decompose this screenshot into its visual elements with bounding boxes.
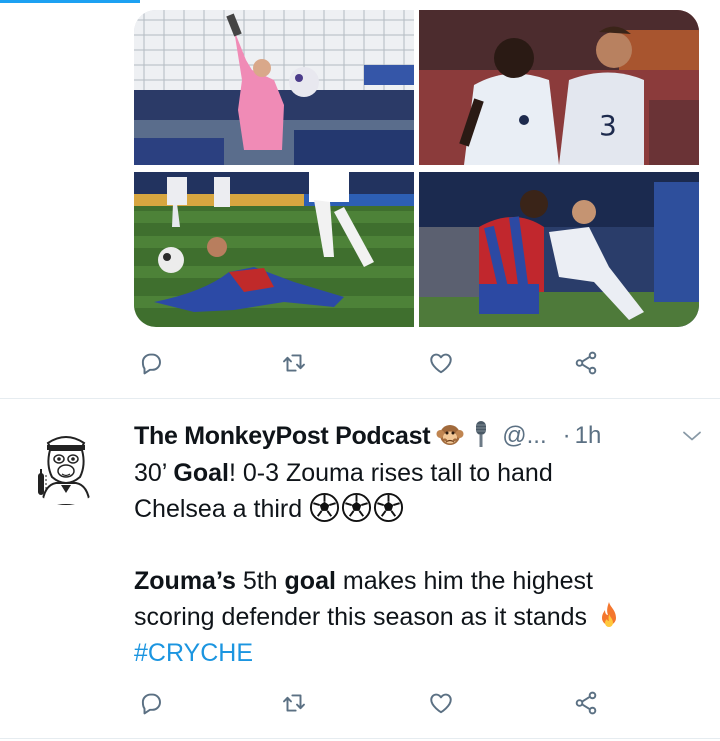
retweet-icon: [283, 694, 305, 712]
handle[interactable]: @...: [502, 422, 546, 450]
share-icon: [575, 351, 597, 375]
timestamp[interactable]: 1h: [575, 422, 602, 450]
player-sliding-tackle-photo[interactable]: [134, 172, 414, 327]
hashtag-line: #CRYCHE: [134, 635, 704, 671]
reply-icon: [141, 693, 161, 715]
display-name[interactable]: The MonkeyPost Podcast: [134, 422, 431, 451]
like-button[interactable]: [421, 683, 461, 723]
tweet-divider: [0, 398, 720, 399]
avatar[interactable]: [26, 425, 106, 505]
like-icon: [430, 353, 452, 374]
reply-button[interactable]: [131, 683, 171, 723]
tweet-text: 30’ Goal! 0-3 Zouma rises tall to hand C…: [134, 455, 704, 671]
chevron-down-icon[interactable]: [680, 424, 704, 448]
microphone-emoji: [470, 419, 492, 454]
goalkeeper-save-photo[interactable]: [134, 10, 414, 165]
retweet-button[interactable]: [274, 683, 314, 723]
share-button[interactable]: [566, 343, 606, 383]
active-tab-indicator: [0, 0, 140, 3]
tweet-line-3: Zouma’s 5th goal makes him the highest: [134, 567, 594, 595]
share-button[interactable]: [566, 683, 606, 723]
tweet-line-1: 30’ Goal! 0-3 Zouma rises tall to hand: [134, 459, 553, 487]
tweet-media-grid[interactable]: 3: [134, 10, 699, 327]
separator-dot: ·: [562, 422, 571, 449]
reply-button[interactable]: [131, 343, 171, 383]
tweet-header: The MonkeyPost Podcast @... · 1h: [134, 418, 704, 454]
hashtag-link[interactable]: #CRYCHE: [134, 639, 253, 667]
soccer-ball-emoji: [374, 492, 404, 523]
svg-text:3: 3: [599, 109, 617, 142]
tweet-line-4: scoring defender this season as it stand…: [134, 599, 704, 635]
like-icon: [430, 693, 452, 714]
previous-tweet-action-bar: [134, 343, 604, 383]
fire-emoji: [602, 602, 617, 627]
retweet-icon: [283, 354, 305, 372]
soccer-ball-emoji: [310, 492, 340, 523]
share-icon: [575, 691, 597, 715]
retweet-button[interactable]: [274, 343, 314, 383]
players-celebrating-photo[interactable]: 3: [419, 10, 699, 165]
tweet-line-2: Chelsea a third: [134, 491, 704, 527]
reply-icon: [141, 353, 161, 375]
players-challenge-photo[interactable]: [419, 172, 699, 327]
like-button[interactable]: [421, 343, 461, 383]
tweet-bottom-divider: [0, 738, 720, 739]
tweet-action-bar: [134, 683, 604, 723]
monkey-emoji: [436, 420, 464, 453]
soccer-ball-emoji: [342, 492, 372, 523]
